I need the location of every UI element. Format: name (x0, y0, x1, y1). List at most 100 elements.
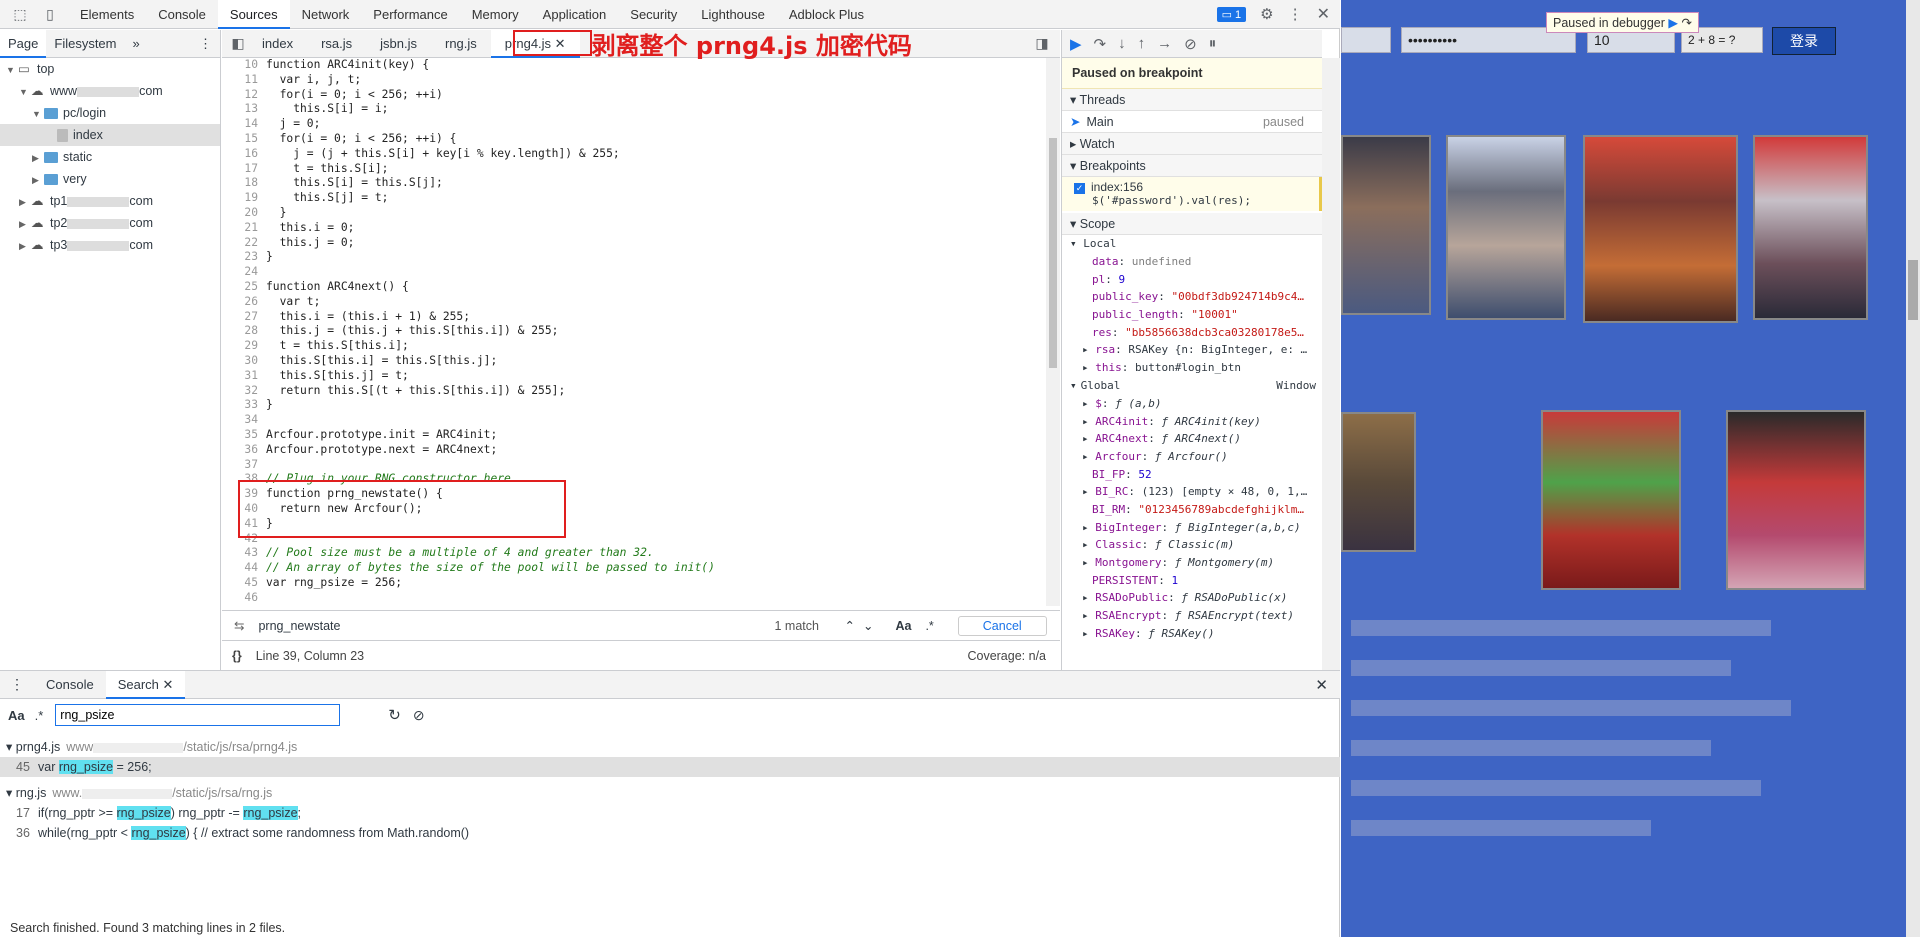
threads-section-header[interactable]: ▾ Threads (1062, 89, 1322, 111)
login-button[interactable]: 登录 (1772, 27, 1836, 55)
watch-section-header[interactable]: ▸ Watch (1062, 133, 1322, 155)
line-number[interactable]: 23 (222, 250, 266, 265)
main-tab-application[interactable]: Application (531, 0, 619, 29)
settings-gear-icon[interactable]: ⚙ (1260, 5, 1273, 23)
expand-arrow-icon[interactable]: ▸ (1082, 627, 1095, 640)
pretty-print-icon[interactable]: {} (232, 649, 242, 663)
expand-arrow-icon[interactable]: ▾ (6, 740, 16, 754)
line-number[interactable]: 31 (222, 369, 266, 384)
tree-expand-arrow-icon[interactable]: ▶ (32, 169, 44, 191)
tree-item[interactable]: ▼ ▭ top (0, 58, 220, 80)
clear-search-icon[interactable]: ⊘ (413, 707, 425, 724)
tree-item[interactable]: ▶ ☁ tp2 com (0, 212, 220, 234)
line-number[interactable]: 21 (222, 221, 266, 236)
expand-arrow-icon[interactable]: ▸ (1082, 521, 1095, 534)
local-scope-header[interactable]: ▾ Local (1062, 235, 1322, 253)
search-regex-toggle[interactable]: .* (35, 708, 44, 723)
line-number[interactable]: 19 (222, 191, 266, 206)
main-tab-performance[interactable]: Performance (361, 0, 459, 29)
line-number[interactable]: 37 (222, 458, 266, 473)
expand-arrow-icon[interactable]: ▸ (1082, 485, 1095, 498)
main-tab-security[interactable]: Security (618, 0, 689, 29)
page-scrollbar[interactable] (1906, 0, 1920, 937)
line-number[interactable]: 15 (222, 132, 266, 147)
line-number[interactable]: 45 (222, 576, 266, 591)
drawer-menu-icon[interactable]: ⋮ (0, 676, 34, 693)
expand-arrow-icon[interactable]: ▸ (1082, 397, 1095, 410)
scope-variable[interactable]: public_length: "10001" (1062, 306, 1322, 324)
breakpoint-item[interactable]: ✓ index:156 $('#password').val(res); (1062, 177, 1322, 211)
line-number[interactable]: 28 (222, 324, 266, 339)
line-number[interactable]: 29 (222, 339, 266, 354)
line-number[interactable]: 34 (222, 413, 266, 428)
scope-variable[interactable]: ▸ Arcfour: ƒ Arcfour() (1062, 448, 1322, 466)
line-number[interactable]: 20 (222, 206, 266, 221)
line-number[interactable]: 24 (222, 265, 266, 280)
expand-arrow-icon[interactable]: ▸ (1082, 415, 1095, 428)
line-number[interactable]: 13 (222, 102, 266, 117)
tab-page[interactable]: Page (0, 29, 47, 58)
editor-tab[interactable]: jsbn.js (366, 30, 431, 58)
scope-variable[interactable]: ▸ RSAKey: ƒ RSAKey() (1062, 625, 1322, 643)
refresh-search-icon[interactable]: ↻ (388, 706, 401, 724)
replace-toggle-icon[interactable]: ⇆ (234, 618, 244, 633)
main-tab-console[interactable]: Console (146, 0, 218, 29)
tree-expand-arrow-icon[interactable]: ▶ (19, 191, 31, 213)
pause-on-exceptions-icon[interactable]: ⏸ (1209, 35, 1217, 52)
editor-tab[interactable]: rsa.js (307, 30, 366, 58)
scope-section-header[interactable]: ▾ Scope (1062, 213, 1322, 235)
line-number[interactable]: 35 (222, 428, 266, 443)
tree-item[interactable]: index (0, 124, 220, 146)
main-tab-elements[interactable]: Elements (68, 0, 146, 29)
line-number[interactable]: 16 (222, 147, 266, 162)
tree-expand-arrow-icon[interactable]: ▼ (19, 81, 31, 103)
global-scope-header[interactable]: ▾ Global Window (1062, 377, 1322, 395)
next-match-icon[interactable]: ⌄ (863, 618, 873, 633)
expand-arrow-icon[interactable]: ▸ (1082, 591, 1095, 604)
device-toolbar-icon[interactable]: ▯ (40, 4, 60, 24)
result-file-header[interactable]: ▾ rng.js www. /static/js/rsa/rng.js (0, 783, 1340, 803)
expand-arrow-icon[interactable]: ▾ (6, 786, 16, 800)
toggle-navigator-icon[interactable]: ◧ (228, 34, 248, 54)
main-tab-lighthouse[interactable]: Lighthouse (689, 0, 777, 29)
line-number[interactable]: 11 (222, 73, 266, 88)
expand-arrow-icon[interactable]: ▸ (1082, 609, 1095, 622)
line-number[interactable]: 18 (222, 176, 266, 191)
scope-variable[interactable]: public_key: "00bdf3db924714b9c4… (1062, 288, 1322, 306)
step-icon[interactable]: → (1157, 35, 1172, 52)
scope-variable[interactable]: PERSISTENT: 1 (1062, 572, 1322, 590)
page-scroll-thumb[interactable] (1908, 260, 1918, 320)
line-number[interactable]: 30 (222, 354, 266, 369)
tree-item[interactable]: ▶ static (0, 146, 220, 168)
line-number[interactable]: 17 (222, 162, 266, 177)
tree-item[interactable]: ▼ ☁ www com (0, 80, 220, 102)
tree-expand-arrow-icon[interactable]: ▶ (19, 235, 31, 257)
result-line[interactable]: 36 while(rng_pptr < rng_psize) { // extra… (0, 823, 1340, 843)
editor-tab[interactable]: index (248, 30, 307, 58)
sidebar-menu-icon[interactable]: ⋮ (191, 30, 220, 58)
line-number[interactable]: 26 (222, 295, 266, 310)
step-page-icon[interactable]: ↷ (1682, 16, 1692, 30)
tree-item[interactable]: ▶ very (0, 168, 220, 190)
result-line[interactable]: 17 if(rng_pptr >= rng_psize) rng_pptr -= … (0, 803, 1340, 823)
deactivate-breakpoints-icon[interactable]: ⊘ (1184, 35, 1197, 53)
expand-arrow-icon[interactable]: ▸ (1082, 450, 1095, 463)
breakpoint-checkbox[interactable]: ✓ (1074, 183, 1085, 194)
scope-variable[interactable]: ▸ this: button#login_btn (1062, 359, 1322, 377)
more-tabs-icon[interactable]: » (125, 30, 148, 58)
scope-variable[interactable]: data: undefined (1062, 253, 1322, 271)
scope-variable[interactable]: res: "bb5856638dcb3ca03280178e5… (1062, 324, 1322, 342)
line-number[interactable]: 44 (222, 561, 266, 576)
scope-variable[interactable]: pl: 9 (1062, 271, 1322, 289)
resume-page-icon[interactable]: ▶ (1668, 16, 1678, 30)
result-line[interactable]: 45 var rng_psize = 256; (0, 757, 1340, 777)
line-number[interactable]: 22 (222, 236, 266, 251)
editor-tab[interactable]: rng.js (431, 30, 491, 58)
tree-item[interactable]: ▼ pc/login (0, 102, 220, 124)
resume-icon[interactable]: ▶ (1070, 35, 1082, 53)
toggle-debugger-icon[interactable]: ◨ (1032, 34, 1052, 54)
line-number[interactable]: 27 (222, 310, 266, 325)
username-input[interactable] (1341, 27, 1391, 53)
main-tab-adblock-plus[interactable]: Adblock Plus (777, 0, 876, 29)
line-number[interactable]: 32 (222, 384, 266, 399)
